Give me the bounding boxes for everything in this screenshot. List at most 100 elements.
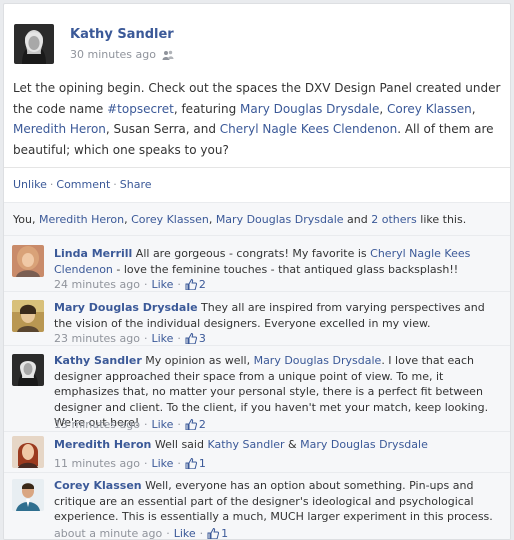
comment-like-button[interactable]: Like — [151, 332, 173, 345]
comment-meta: about a minute ago · Like · 1 — [54, 527, 229, 540]
post-text: Let the opining begin. Check out the spa… — [13, 78, 501, 160]
separator-dot: · — [143, 457, 148, 470]
poster-avatar[interactable] — [14, 24, 54, 64]
comment-meta: 24 minutes ago · Like · 2 — [54, 278, 206, 291]
liker-link[interactable]: Meredith Heron — [39, 213, 124, 226]
post-text-featuring: , featuring — [173, 101, 241, 116]
commenter-avatar[interactable] — [12, 245, 44, 277]
comment-tag-link[interactable]: Kathy Sandler — [207, 438, 284, 451]
comment-body: Mary Douglas Drysdale They all are inspi… — [54, 300, 502, 331]
poster-name[interactable]: Kathy Sandler — [70, 27, 174, 42]
commenter-avatar[interactable] — [12, 436, 44, 468]
comment-body: Meredith Heron Well said Kathy Sandler &… — [54, 437, 502, 453]
liker-link[interactable]: Mary Douglas Drysdale — [216, 213, 344, 226]
comments-list: Linda Merrill All are gorgeous - congrat… — [4, 236, 510, 540]
thumbs-up-icon — [185, 419, 197, 430]
comment-author[interactable]: Mary Douglas Drysdale — [54, 301, 198, 314]
like-count: 3 — [198, 332, 206, 345]
like-count: 2 — [198, 418, 206, 431]
actions-bar: Unlike · Comment · Share — [4, 167, 510, 191]
separator-dot: · — [143, 278, 148, 291]
post-text-sep: , — [379, 101, 388, 116]
tag-link[interactable]: Meredith Heron — [13, 122, 106, 136]
tag-link[interactable]: Cheryl Nagle Kees Clendenon — [220, 122, 397, 136]
post-actions: Unlike · Comment · Share — [13, 178, 152, 191]
separator-dot: · — [143, 418, 148, 431]
comment-like-button[interactable]: Like — [174, 527, 196, 539]
comment-like-count[interactable]: 2 — [185, 418, 206, 431]
comment-button[interactable]: Comment — [56, 178, 110, 191]
comment-body: Linda Merrill All are gorgeous - congrat… — [54, 246, 502, 277]
post-timestamp[interactable]: 30 minutes ago — [70, 48, 156, 61]
likes-text: You, Meredith Heron, Corey Klassen, Mary… — [13, 213, 466, 226]
comment-tag-link[interactable]: Mary Douglas Drysdale — [254, 354, 382, 367]
unlike-button[interactable]: Unlike — [13, 178, 47, 191]
comment-meta: 13 minutes ago · Like · 2 — [54, 418, 206, 431]
comment-like-count[interactable]: 1 — [207, 527, 229, 540]
thumbs-up-icon — [207, 528, 220, 539]
likes-you: You — [13, 213, 32, 226]
comment-author[interactable]: Meredith Heron — [54, 438, 151, 451]
separator-dot: · — [113, 178, 117, 191]
likes-suffix: like this. — [416, 213, 467, 226]
comment-timestamp[interactable]: 23 minutes ago — [54, 332, 140, 345]
tag-link[interactable]: Mary Douglas Drysdale — [240, 102, 379, 116]
comment-like-count[interactable]: 2 — [185, 278, 206, 291]
comment-timestamp[interactable]: about a minute ago — [54, 527, 162, 539]
comment-author[interactable]: Linda Merrill — [54, 247, 132, 260]
comment-author[interactable]: Corey Klassen — [54, 479, 142, 492]
likes-sep: , — [31, 213, 39, 226]
comment: Kathy Sandler My opinion as well, Mary D… — [4, 346, 510, 432]
commenter-avatar[interactable] — [12, 479, 44, 511]
like-count: 2 — [198, 278, 206, 291]
separator-dot: · — [177, 418, 181, 431]
comment-like-button[interactable]: Like — [151, 418, 173, 431]
comment-text: All are gorgeous - congrats! My favorite… — [132, 247, 371, 260]
liker-link[interactable]: Corey Klassen — [131, 213, 209, 226]
comment-meta: 11 minutes ago · Like · 1 — [54, 457, 206, 470]
comment-text: & — [284, 438, 301, 451]
comment-like-button[interactable]: Like — [151, 457, 173, 470]
likes-summary: You, Meredith Heron, Corey Klassen, Mary… — [4, 202, 510, 236]
comment: Meredith Heron Well said Kathy Sandler &… — [4, 432, 510, 473]
comment-timestamp[interactable]: 24 minutes ago — [54, 278, 140, 291]
post-card: Kathy Sandler 30 minutes ago Let the opi… — [3, 3, 511, 540]
comment-like-button[interactable]: Like — [151, 278, 173, 291]
separator-dot: · — [49, 178, 54, 191]
comment: Linda Merrill All are gorgeous - congrat… — [4, 236, 510, 292]
separator-dot: · — [166, 527, 170, 540]
like-count: 1 — [198, 457, 206, 470]
comment-timestamp[interactable]: 13 minutes ago — [54, 418, 140, 431]
tag-link[interactable]: Corey Klassen — [387, 102, 472, 116]
comment-author[interactable]: Kathy Sandler — [54, 354, 142, 367]
likes-sep: , — [208, 213, 216, 226]
comment: Mary Douglas Drysdale They all are inspi… — [4, 292, 510, 346]
commenter-avatar[interactable] — [12, 354, 44, 386]
thumbs-up-icon — [185, 333, 197, 344]
comment: Corey Klassen Well, everyone has an opti… — [4, 473, 510, 540]
share-button[interactable]: Share — [120, 178, 152, 191]
comment-meta: 23 minutes ago · Like · 3 — [54, 332, 206, 345]
separator-dot: · — [199, 527, 204, 540]
commenter-avatar[interactable] — [12, 300, 44, 332]
post-meta: 30 minutes ago — [70, 48, 174, 61]
comment-body: Corey Klassen Well, everyone has an opti… — [54, 478, 502, 525]
thumbs-up-icon — [185, 458, 197, 469]
comment-like-count[interactable]: 3 — [185, 332, 206, 345]
like-count: 1 — [221, 527, 229, 540]
comment-text: My opinion as well, — [141, 354, 254, 367]
separator-dot: · — [177, 332, 181, 345]
separator-dot: · — [177, 278, 181, 291]
friends-icon[interactable] — [162, 50, 174, 60]
comment-timestamp[interactable]: 11 minutes ago — [54, 457, 140, 470]
thumbs-up-icon — [185, 279, 197, 290]
comment-tag-link[interactable]: Mary Douglas Drysdale — [300, 438, 428, 451]
comment-text: - love the feminine touches - that antiq… — [112, 262, 459, 276]
comment-like-count[interactable]: 1 — [185, 457, 206, 470]
others-link[interactable]: 2 others — [371, 213, 417, 226]
page: Kathy Sandler 30 minutes ago Let the opi… — [0, 0, 514, 540]
post-text-sep: , — [471, 101, 476, 116]
post-text-mid: , Susan Serra, and — [105, 122, 220, 136]
hashtag-link[interactable]: #topsecret — [107, 102, 174, 116]
separator-dot: · — [143, 332, 148, 345]
